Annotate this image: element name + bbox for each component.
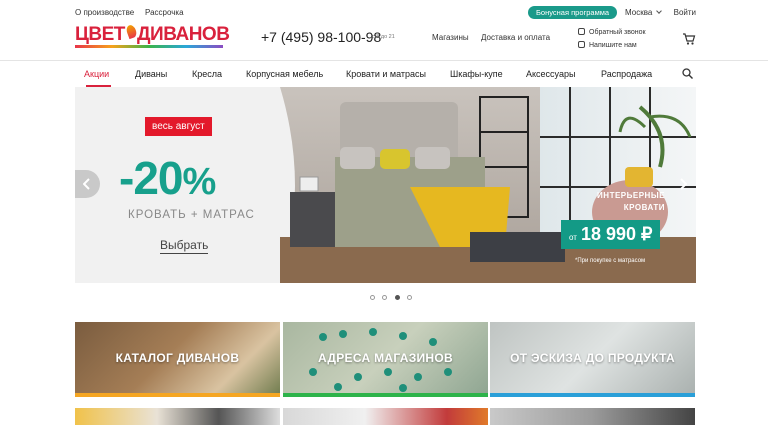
tile-sketch-to-product[interactable]: ОТ ЭСКИЗА ДО ПРОДУКТА	[490, 322, 695, 397]
discount-value: -20%	[119, 151, 216, 205]
mail-icon	[578, 41, 585, 48]
tile-store-addresses[interactable]: АДРЕСА МАГАЗИНОВ	[283, 322, 488, 397]
nav-item-wardrobes[interactable]: Шкафы-купе	[450, 69, 503, 79]
discount-number: -20	[119, 152, 183, 204]
slider-dots	[370, 287, 415, 300]
logo[interactable]: ЦВЕТ ДИВАНОВ	[75, 23, 230, 54]
logo-text-2: ДИВАНОВ	[137, 24, 230, 45]
nav-item-armchairs[interactable]: Кресла	[192, 69, 222, 79]
nav-item-cabinet-furniture[interactable]: Корпусная мебель	[246, 69, 323, 79]
bedroom-photo	[280, 87, 696, 283]
choose-button[interactable]: Выбрать	[160, 238, 209, 254]
nav-item-promotions[interactable]: Акции	[84, 69, 109, 79]
discount-percent: %	[182, 161, 216, 203]
installment-link[interactable]: Рассрочка	[145, 8, 184, 17]
logo-stripe	[75, 45, 223, 48]
hero-banner[interactable]: весь август -20% КРОВАТЬ + МАТРАС Выбрат…	[75, 87, 696, 283]
promo-period-badge: весь август	[145, 117, 212, 136]
interior-line-1: ИНТЕРЬЕРНЫЕ	[597, 191, 665, 200]
prev-slide-button[interactable]	[75, 170, 100, 198]
nav-item-sofas[interactable]: Диваны	[135, 69, 167, 79]
callback-link[interactable]: Обратный звонок	[578, 28, 646, 36]
phone-number[interactable]: +7 (495) 98-100-98	[261, 29, 381, 45]
price-value: 18 990 ₽	[580, 224, 653, 244]
cart-icon[interactable]	[682, 32, 696, 46]
slide-dot-2[interactable]	[382, 295, 388, 300]
bonus-program-button[interactable]: Бонусная программа	[528, 6, 618, 19]
callback-label: Обратный звонок	[589, 29, 646, 36]
about-production-link[interactable]: О производстве	[75, 8, 134, 17]
slide-dot-1[interactable]	[370, 295, 375, 300]
nav-item-accessories[interactable]: Аксессуары	[526, 69, 575, 79]
tile-row2-2[interactable]	[283, 408, 488, 425]
city-label: Москва	[625, 8, 653, 17]
price-badge: от 18 990 ₽	[561, 220, 661, 249]
slide-dot-3[interactable]	[394, 295, 400, 300]
interior-beds-caption: ИНТЕРЬЕРНЫЕ КРОВАТИ	[585, 190, 665, 214]
delivery-link[interactable]: Доставка и оплата	[481, 33, 550, 42]
header: ЦВЕТ ДИВАНОВ +7 (495) 98-100-98 с 8 до 2…	[75, 22, 696, 58]
promo-subtitle: КРОВАТЬ + МАТРАС	[128, 209, 255, 221]
chevron-down-icon	[656, 8, 663, 14]
logo-text-1: ЦВЕТ	[75, 24, 125, 45]
chevron-right-icon	[680, 178, 687, 190]
tile-sofa-catalog[interactable]: КАТАЛОГ ДИВАНОВ	[75, 322, 280, 397]
interior-line-2: КРОВАТИ	[623, 203, 665, 212]
slide-dot-4[interactable]	[407, 295, 413, 300]
nav-item-beds[interactable]: Кровати и матрасы	[346, 69, 426, 79]
login-link[interactable]: Войти	[674, 8, 696, 17]
search-icon[interactable]	[682, 68, 693, 79]
next-slide-button[interactable]	[671, 170, 696, 198]
chevron-left-icon	[83, 178, 90, 190]
city-selector[interactable]: Москва	[625, 8, 663, 17]
working-hours: с 8 до 21	[372, 34, 395, 40]
tile-label: КАТАЛОГ ДИВАНОВ	[115, 351, 240, 365]
main-nav: Акции Диваны Кресла Корпусная мебель Кро…	[75, 61, 696, 87]
tile-label: ОТ ЭСКИЗА ДО ПРОДУКТА	[510, 351, 675, 365]
top-bar: О производстве Рассрочка Бонусная програ…	[75, 5, 696, 21]
tile-color-bar	[490, 393, 695, 397]
tile-row2-1[interactable]	[75, 408, 280, 425]
tile-color-bar	[75, 393, 280, 397]
tile-row2-3[interactable]	[490, 408, 695, 425]
nav-item-sale[interactable]: Распродажа	[601, 69, 652, 79]
price-footnote: *При покупке с матрасом	[575, 258, 646, 264]
tile-label: АДРЕСА МАГАЗИНОВ	[317, 351, 454, 365]
stores-link[interactable]: Магазины	[432, 33, 469, 42]
write-us-label: Напишите нам	[589, 42, 637, 49]
tile-color-bar	[283, 393, 488, 397]
price-prefix: от	[569, 233, 577, 242]
phone-icon	[578, 28, 585, 35]
write-us-link[interactable]: Напишите нам	[578, 41, 637, 49]
